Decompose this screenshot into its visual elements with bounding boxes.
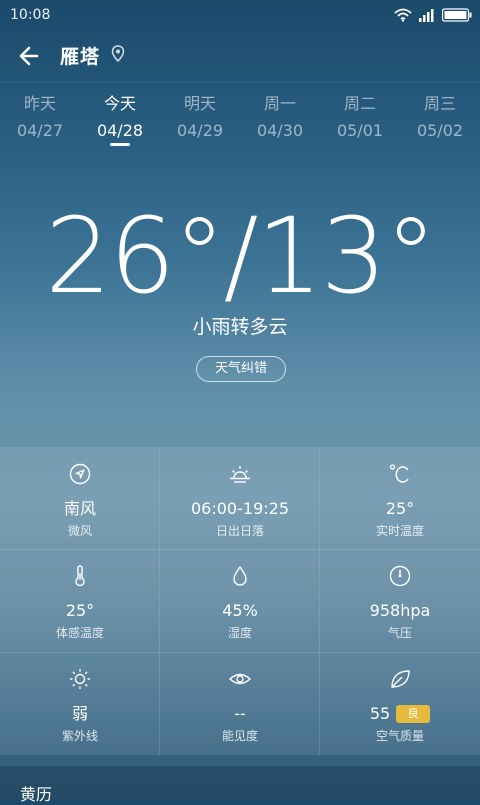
header-divider [0,82,480,83]
almanac-section[interactable]: 黄历 [0,766,480,804]
day-name: 今天 [103,94,136,113]
wifi-icon [394,8,412,22]
aqi-value: 55 [369,704,391,723]
detail-uv: 弱 紫外线 [0,654,160,756]
detail-label: 紫外线 [61,729,98,743]
day-name: 周三 [423,94,456,113]
detail-label: 气压 [387,626,412,640]
day-date: 05/01 [336,121,384,140]
day-tab-monday[interactable]: 周一 04/30 [240,92,320,152]
day-tab-today[interactable]: 今天 04/28 [80,92,160,152]
detail-sunrise-sunset: 06:00-19:25 日出日落 [160,449,320,551]
detail-value: 45% [222,601,258,620]
header: 雁塔 [0,32,480,82]
detail-real-temp: 25° 实时温度 [320,449,480,551]
detail-value: 25° [385,499,415,518]
sunrise-icon [230,466,250,483]
day-tab-tuesday[interactable]: 周二 05/01 [320,92,400,152]
detail-value: -- [234,704,246,723]
detail-feels-like: 25° 体感温度 [0,551,160,653]
detail-label: 实时温度 [375,524,424,538]
temperature-range: 26°/13° [45,195,437,317]
droplet-icon [233,565,247,586]
aqi-badge: 良 [396,705,431,723]
detail-wind: 南风 微风 [0,449,160,551]
active-tab-indicator [110,143,130,146]
detail-label: 空气质量 [375,729,424,743]
day-name: 周一 [263,94,296,113]
day-tab-tomorrow[interactable]: 明天 04/29 [160,92,240,152]
day-name: 昨天 [23,94,56,113]
day-date: 04/29 [176,121,224,140]
detail-value: 958hpa [369,601,431,620]
compass-icon [69,463,91,485]
detail-air-quality[interactable]: 55 良 空气质量 [320,654,480,756]
city-name[interactable]: 雁塔 [60,42,100,69]
detail-pressure: 958hpa 气压 [320,551,480,653]
detail-value: 弱 [71,704,88,723]
day-name: 周二 [343,94,376,113]
back-arrow-icon[interactable] [16,42,44,70]
detail-value: 25° [65,601,95,620]
detail-humidity: 45% 湿度 [160,551,320,653]
day-tabs: 昨天 04/27 今天 04/28 明天 04/29 周一 04/30 周二 0… [0,92,480,152]
thermometer-icon [75,565,85,587]
detail-visibility: -- 能见度 [160,654,320,756]
day-tab-yesterday[interactable]: 昨天 04/27 [0,92,80,152]
detail-label: 能见度 [221,729,258,743]
battery-icon [442,8,472,22]
leaf-icon [391,670,410,688]
day-date: 04/27 [16,121,64,140]
day-date: 04/28 [96,121,144,140]
signal-icon [419,9,434,22]
detail-label: 体感温度 [55,626,104,640]
status-bar: 10:08 [0,0,480,32]
celsius-icon [389,464,409,483]
detail-label: 日出日落 [215,524,264,538]
status-time: 10:08 [10,7,51,23]
detail-value: 南风 [63,499,96,518]
weather-condition: 小雨转多云 [192,316,288,338]
location-pin-icon[interactable] [111,45,125,63]
gauge-icon [389,565,411,587]
day-name: 明天 [183,94,216,113]
weather-feedback-button[interactable]: 天气纠错 [196,356,286,382]
detail-label: 湿度 [227,626,252,640]
detail-label: 微风 [67,524,92,538]
almanac-title: 黄历 [20,785,53,804]
detail-value: 55 良 [320,704,480,724]
day-tab-wednesday[interactable]: 周三 05/02 [400,92,480,152]
detail-value: 06:00-19:25 [191,499,289,518]
day-date: 05/02 [416,121,464,140]
status-icons [394,8,472,22]
eye-icon [229,673,251,685]
day-date: 04/30 [256,121,304,140]
sun-icon [70,669,90,689]
